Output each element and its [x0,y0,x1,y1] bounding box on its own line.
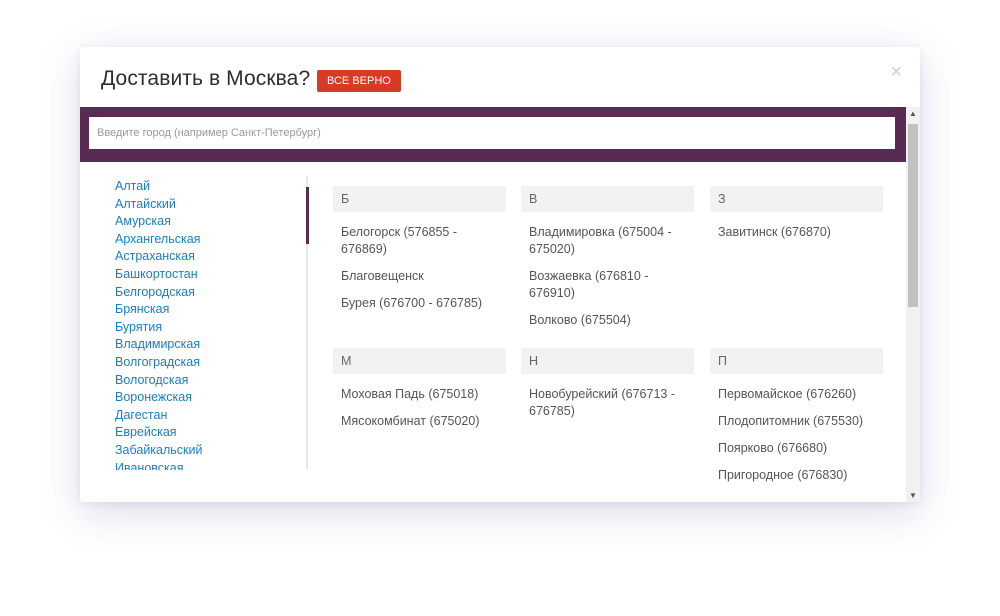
region-link[interactable]: Еврейская [115,424,305,442]
group-letter-header: З [710,186,883,212]
region-link[interactable]: Алтайский [115,196,305,214]
region-link[interactable]: Брянская [115,301,305,319]
city-link[interactable]: Владимировка (675004 - 675020) [529,224,686,258]
region-link[interactable]: Башкортостан [115,266,305,284]
chevron-up-icon[interactable]: ▲ [906,109,920,118]
city-link[interactable]: Поярково (676680) [718,440,875,457]
confirm-button[interactable]: ВСЕ ВЕРНО [317,70,401,92]
region-link[interactable]: Ивановская [115,460,305,471]
scrollbar-thumb[interactable] [908,124,918,307]
modal-title: Доставить в Москва? [101,67,311,90]
city-search-input[interactable] [89,117,895,149]
group-letter-header: Б [333,186,506,212]
region-link[interactable]: Владимирская [115,336,305,354]
city-link[interactable]: Завитинск (676870) [718,224,875,241]
city-link[interactable]: Белогорск (576855 - 676869) [341,224,498,258]
group-letter-header: М [333,348,506,374]
region-link[interactable]: Вологодская [115,372,305,390]
region-list: Алтай Алтайский Амурская Архангельская Астра… [115,178,305,470]
city-link[interactable]: Новобурейский (676713 - 676785) [529,386,686,420]
city-link[interactable]: Моховая Падь (675018) [341,386,498,403]
group-letter-header: П [710,348,883,374]
city-link[interactable]: Первомайское (676260) [718,386,875,403]
region-link[interactable]: Волгоградская [115,354,305,372]
city-group: М Моховая Падь (675018) Мясокомбинат (6750… [333,348,506,440]
city-select-modal: Доставить в Москва? ВСЕ ВЕРНО × ▲ ▼ Алта… [80,47,920,502]
modal-scrollbar[interactable]: ▲ ▼ [906,107,920,502]
city-group: Б Белогорск (576855 - 676869) Благовещенск… [333,186,506,322]
city-link[interactable]: Пригородное (676830) [718,467,875,484]
region-link[interactable]: Бурятия [115,319,305,337]
group-letter-header: Н [521,348,694,374]
city-link[interactable]: Волково (675504) [529,312,686,329]
city-link[interactable]: Плодопитомник (675530) [718,413,875,430]
region-link[interactable]: Забайкальский [115,442,305,460]
region-link[interactable]: Астраханская [115,248,305,266]
group-letter-header: В [521,186,694,212]
city-group: З Завитинск (676870) [710,186,883,251]
close-icon[interactable]: × [890,61,902,84]
city-group: П Первомайское (676260) Плодопитомник (675… [710,348,883,494]
city-group: Н Новобурейский (676713 - 676785) [521,348,694,430]
search-bar [80,107,906,162]
region-link[interactable]: Белгородская [115,284,305,302]
city-link[interactable]: Благовещенск [341,268,498,285]
region-link[interactable]: Воронежская [115,389,305,407]
region-link[interactable]: Амурская [115,213,305,231]
region-list-scroll-thumb[interactable] [306,187,309,244]
city-link[interactable]: Возжаевка (676810 - 676910) [529,268,686,302]
region-link[interactable]: Архангельская [115,231,305,249]
region-link[interactable]: Алтай [115,178,305,196]
city-link[interactable]: Мясокомбинат (675020) [341,413,498,430]
city-group: В Владимировка (675004 - 675020) Возжаевка… [521,186,694,339]
city-link[interactable]: Бурея (676700 - 676785) [341,295,498,312]
region-link[interactable]: Дагестан [115,407,305,425]
chevron-down-icon[interactable]: ▼ [906,491,920,500]
